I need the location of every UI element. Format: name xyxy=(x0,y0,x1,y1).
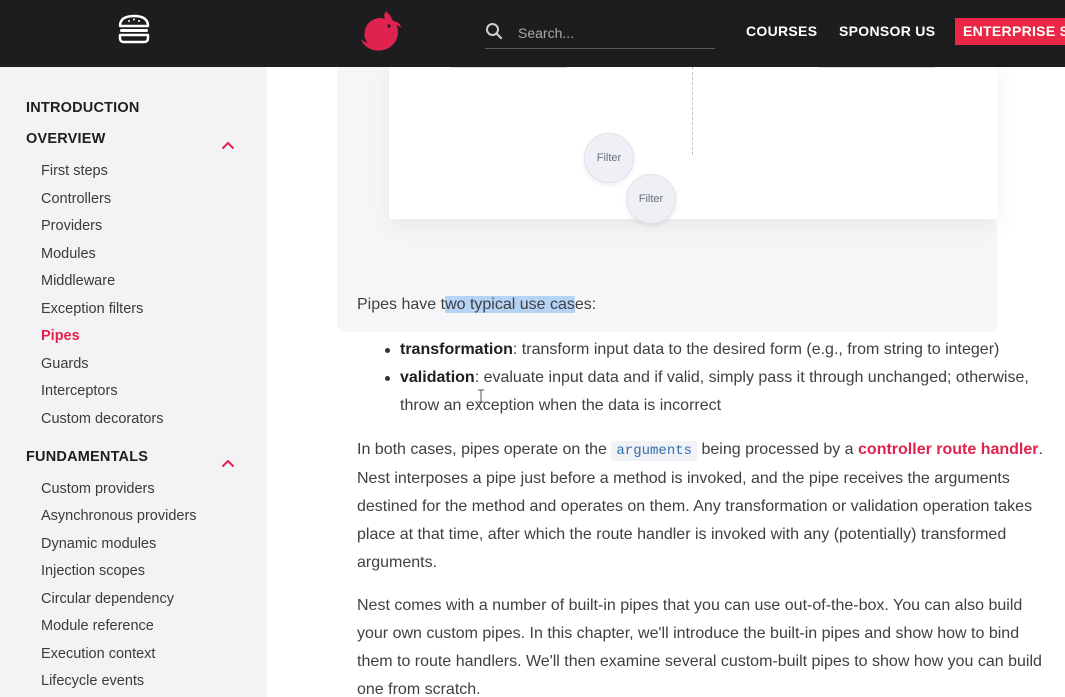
sidebar-item-execution-context[interactable]: Execution context xyxy=(41,646,155,662)
sidebar-item-middleware[interactable]: Middleware xyxy=(41,273,115,289)
sidebar-item-lifecycle-events[interactable]: Lifecycle events xyxy=(41,673,144,689)
nestjs-logo[interactable] xyxy=(356,8,404,52)
top-navbar: COURSES SPONSOR US ENTERPRISE SU xyxy=(0,0,1065,67)
sidebar-item-custom-providers[interactable]: Custom providers xyxy=(41,481,155,497)
diagram-divider xyxy=(692,67,693,155)
sidebar-item-custom-decorators[interactable]: Custom decorators xyxy=(41,411,164,427)
sidebar-item-pipes[interactable]: Pipes xyxy=(41,328,80,344)
intro-paragraph: Pipes have two typical use cases: xyxy=(357,296,597,313)
sidebar-item-asynchronous-providers[interactable]: Asynchronous providers xyxy=(41,508,197,524)
search-input[interactable] xyxy=(516,20,710,46)
sidebar: INTRODUCTION OVERVIEW First steps Contro… xyxy=(0,67,267,697)
main-content: Filter Filter Pipes have two typical use… xyxy=(267,67,1065,697)
sidebar-section-fundamentals[interactable]: FUNDAMENTALS xyxy=(26,449,148,465)
text-selection: wo typical use cas xyxy=(445,296,575,313)
pipes-diagram: Filter Filter xyxy=(389,67,997,224)
list-item: transformation: transform input data to … xyxy=(385,336,1045,364)
sidebar-section-overview[interactable]: OVERVIEW xyxy=(26,131,106,147)
hamburger-menu-icon[interactable] xyxy=(117,14,151,44)
inline-code: arguments xyxy=(611,441,698,461)
diagram-connector xyxy=(819,67,935,68)
sidebar-item-guards[interactable]: Guards xyxy=(41,356,89,372)
sidebar-item-dynamic-modules[interactable]: Dynamic modules xyxy=(41,536,156,552)
chevron-up-icon[interactable] xyxy=(221,455,235,468)
sidebar-item-exception-filters[interactable]: Exception filters xyxy=(41,301,143,317)
pipes-arguments-paragraph: In both cases, pipes operate on the argu… xyxy=(357,441,1043,571)
sidebar-item-circular-dependency[interactable]: Circular dependency xyxy=(41,591,174,607)
sidebar-item-injection-scopes[interactable]: Injection scopes xyxy=(41,563,145,579)
nav-sponsor-link[interactable]: SPONSOR US xyxy=(839,23,935,39)
controller-route-handler-link[interactable]: controller route handler xyxy=(858,441,1038,458)
nav-courses-link[interactable]: COURSES xyxy=(746,23,817,39)
sidebar-item-module-reference[interactable]: Module reference xyxy=(41,618,154,634)
diagram-connector xyxy=(451,67,567,68)
list-item: validation: evaluate input data and if v… xyxy=(385,364,1045,420)
sidebar-item-first-steps[interactable]: First steps xyxy=(41,163,108,179)
text-cursor-icon xyxy=(478,389,484,403)
sidebar-item-modules[interactable]: Modules xyxy=(41,246,96,262)
search-box[interactable] xyxy=(485,17,715,49)
sidebar-item-providers[interactable]: Providers xyxy=(41,218,102,234)
sidebar-section-introduction[interactable]: INTRODUCTION xyxy=(26,100,140,116)
sidebar-item-interceptors[interactable]: Interceptors xyxy=(41,383,118,399)
use-cases-list: transformation: transform input data to … xyxy=(385,336,1045,420)
enterprise-support-button[interactable]: ENTERPRISE SU xyxy=(955,18,1065,45)
search-icon xyxy=(485,22,503,40)
chevron-up-icon[interactable] xyxy=(221,137,235,150)
sidebar-item-controllers[interactable]: Controllers xyxy=(41,191,111,207)
built-in-pipes-paragraph: Nest comes with a number of built-in pip… xyxy=(357,597,1042,697)
filter-node: Filter xyxy=(626,174,676,224)
filter-node: Filter xyxy=(584,133,634,183)
